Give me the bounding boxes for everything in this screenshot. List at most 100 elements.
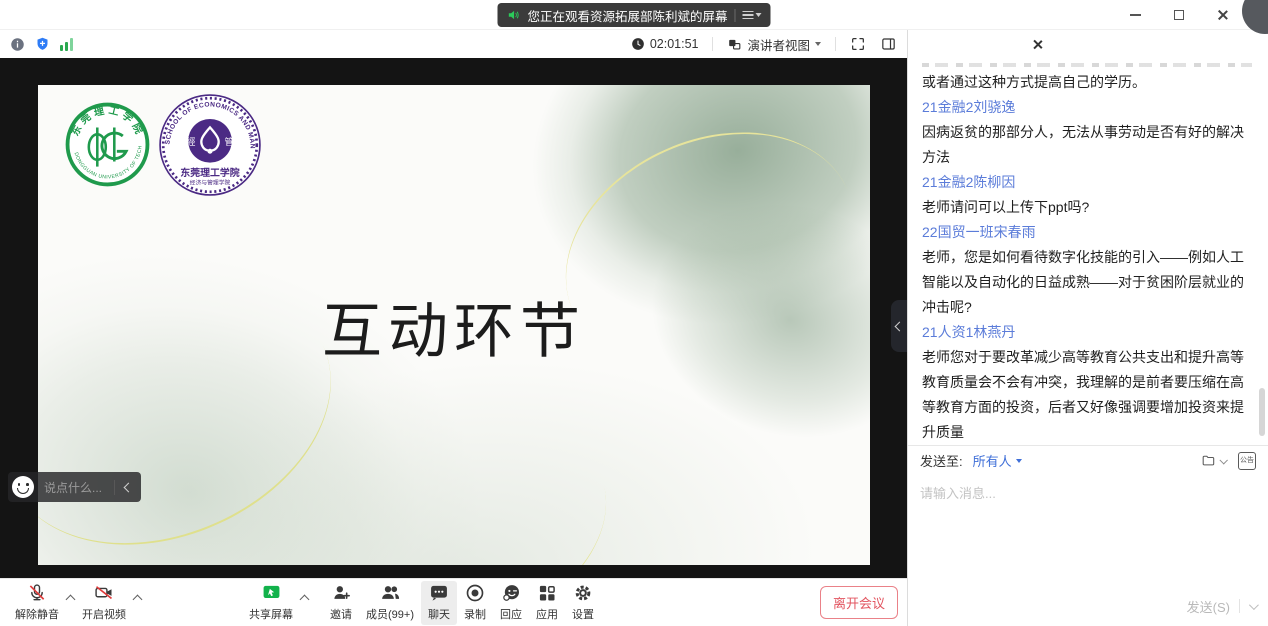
close-button[interactable] <box>1212 4 1234 26</box>
pill-divider <box>735 9 736 22</box>
send-area: 发送(S) <box>908 586 1268 626</box>
sender-name: 22国贸一班宋春雨 <box>922 220 1254 245</box>
view-mode-label: 演讲者视图 <box>747 35 810 54</box>
shield-icon[interactable] <box>35 36 50 52</box>
settings-label: 设置 <box>572 606 594 622</box>
start-video-button[interactable]: 开启视频 <box>75 581 133 625</box>
shared-screen-stage: 东莞理工学院 DONGGUAN UNIVERSITY OF TECHNOLOGY <box>0 58 907 578</box>
chat-message-list[interactable]: 或者通过这种方式提高自己的学历。 21金融2刘骁逸 因病返贫的那部分人，无法从事… <box>908 58 1268 445</box>
send-options-caret[interactable] <box>1249 600 1259 610</box>
share-screen-label: 共享屏幕 <box>249 606 293 622</box>
message-text: 老师请问可以上传下ppt吗? <box>922 195 1254 220</box>
send-button[interactable]: 发送(S) <box>1187 597 1230 616</box>
record-label: 录制 <box>464 606 486 622</box>
settings-button[interactable]: 设置 <box>565 581 601 625</box>
svg-text:经济与管理学院: 经济与管理学院 <box>190 179 231 187</box>
apps-grid-icon <box>537 583 557 603</box>
send-to-row: 发送至: 所有人 公告 <box>908 445 1268 475</box>
clipped-message-top <box>922 63 1252 67</box>
reaction-emoji-icon <box>501 583 522 603</box>
mic-options-caret[interactable] <box>66 595 76 605</box>
minimize-button[interactable] <box>1124 4 1146 26</box>
quick-chat-pill[interactable]: 说点什么... <box>8 472 141 502</box>
send-to-caret <box>1016 459 1022 463</box>
chat-history-button[interactable] <box>1200 453 1226 468</box>
meeting-statusbar: 02:01:51 演讲者视图 <box>0 30 907 58</box>
view-mode-caret <box>815 42 821 46</box>
corner-overlay-circle <box>1242 0 1268 34</box>
chat-message: 21金融2刘骁逸 因病返贫的那部分人，无法从事劳动是否有好的解决方法 <box>922 95 1254 170</box>
camera-off-icon <box>93 583 115 603</box>
folder-icon <box>1200 453 1217 468</box>
leave-meeting-button[interactable]: 离开会议 <box>820 586 898 619</box>
chat-collapse-tab[interactable] <box>891 300 907 352</box>
network-signal-icon <box>60 38 73 51</box>
dgut-university-logo: 东莞理工学院 DONGGUAN UNIVERSITY OF TECHNOLOGY <box>65 102 150 187</box>
fullscreen-icon[interactable] <box>850 36 866 52</box>
timer-value: 02:01:51 <box>650 37 699 51</box>
view-mode-switcher[interactable]: 演讲者视图 <box>727 35 821 54</box>
invite-button[interactable]: 邀请 <box>323 581 359 625</box>
chat-input[interactable]: 请输入消息... <box>908 475 1268 586</box>
info-icon[interactable] <box>10 37 25 52</box>
send-to-label: 发送至: <box>920 451 963 470</box>
watch-banner-text: 您正在观看资源拓展部陈利斌的屏幕 <box>527 6 727 25</box>
reactions-label: 回应 <box>500 606 522 622</box>
emoji-icon[interactable] <box>12 476 34 498</box>
apps-label: 应用 <box>536 606 558 622</box>
history-caret <box>1219 456 1227 464</box>
chat-panel: 或者通过这种方式提高自己的学历。 21金融2刘骁逸 因病返贫的那部分人，无法从事… <box>907 30 1268 626</box>
chat-scrollbar[interactable] <box>1259 388 1265 436</box>
chat-message: 21金融2陈柳因 老师请问可以上传下ppt吗? <box>922 170 1254 220</box>
invite-label: 邀请 <box>330 606 352 622</box>
members-icon <box>379 583 402 603</box>
quick-chat-placeholder[interactable]: 说点什么... <box>34 479 114 496</box>
message-text: 老师，您是如何看待数字化技能的引入——例如人工智能以及自动化的日益成熟——对于贫… <box>922 245 1254 320</box>
mic-muted-icon <box>27 583 47 603</box>
share-screen-button[interactable]: 共享屏幕 <box>242 581 300 625</box>
apps-button[interactable]: 应用 <box>529 581 565 625</box>
share-screen-icon <box>261 583 282 603</box>
send-to-selector[interactable]: 所有人 <box>973 451 1022 470</box>
invite-icon <box>331 583 352 603</box>
chat-message: 或者通过这种方式提高自己的学历。 <box>922 70 1254 95</box>
svg-text:經: 經 <box>186 136 195 147</box>
presentation-slide: 东莞理工学院 DONGGUAN UNIVERSITY OF TECHNOLOGY <box>38 85 870 565</box>
sender-name: 21金融2陈柳因 <box>922 170 1254 195</box>
pill-collapse-icon[interactable] <box>115 484 141 491</box>
settings-gear-icon <box>573 583 593 603</box>
announcement-icon[interactable]: 公告 <box>1238 452 1256 470</box>
chat-message: 22国贸一班宋春雨 老师，您是如何看待数字化技能的引入——例如人工智能以及自动化… <box>922 220 1254 320</box>
maximize-button[interactable] <box>1168 4 1190 26</box>
share-options-caret[interactable] <box>300 595 310 605</box>
record-button[interactable]: 录制 <box>457 581 493 625</box>
side-panel-icon[interactable] <box>880 36 897 52</box>
sender-name: 21人资1林燕丹 <box>922 320 1254 345</box>
chat-button[interactable]: 聊天 <box>421 581 457 625</box>
sem-school-logo: SCHOOL OF ECONOMICS AND MANAGEMENT 經 管 东… <box>158 93 262 197</box>
chat-label: 聊天 <box>428 606 450 622</box>
banner-menu-icon[interactable] <box>743 11 762 20</box>
start-video-label: 开启视频 <box>82 606 126 622</box>
message-text: 因病返贫的那部分人，无法从事劳动是否有好的解决方法 <box>922 120 1254 170</box>
message-text: 老师您对于要改革减少高等教育公共支出和提升高等教育质量会不会有冲突，我理解的是前… <box>922 345 1254 445</box>
members-button[interactable]: 成员(99+) <box>359 581 421 625</box>
clock-icon <box>631 37 645 51</box>
reactions-button[interactable]: 回应 <box>493 581 529 625</box>
svg-text:管: 管 <box>225 136 234 147</box>
meeting-timer: 02:01:51 <box>631 37 699 51</box>
layout-icon <box>727 37 742 52</box>
screen-watch-banner: 您正在观看资源拓展部陈利斌的屏幕 <box>497 3 770 27</box>
record-icon <box>465 583 485 603</box>
window-titlebar: 您正在观看资源拓展部陈利斌的屏幕 <box>0 0 1268 30</box>
video-options-caret[interactable] <box>133 595 143 605</box>
message-text: 或者通过这种方式提高自己的学历。 <box>922 70 1254 95</box>
chat-close-icon[interactable] <box>1032 39 1043 50</box>
speaker-icon <box>506 8 520 22</box>
unmute-label: 解除静音 <box>15 606 59 622</box>
chat-message: 21人资1林燕丹 老师您对于要改革减少高等教育公共支出和提升高等教育质量会不会有… <box>922 320 1254 445</box>
unmute-button[interactable]: 解除静音 <box>8 581 66 625</box>
members-label: 成员(99+) <box>366 606 414 622</box>
sender-name: 21金融2刘骁逸 <box>922 95 1254 120</box>
svg-text:东莞理工学院: 东莞理工学院 <box>180 166 239 179</box>
